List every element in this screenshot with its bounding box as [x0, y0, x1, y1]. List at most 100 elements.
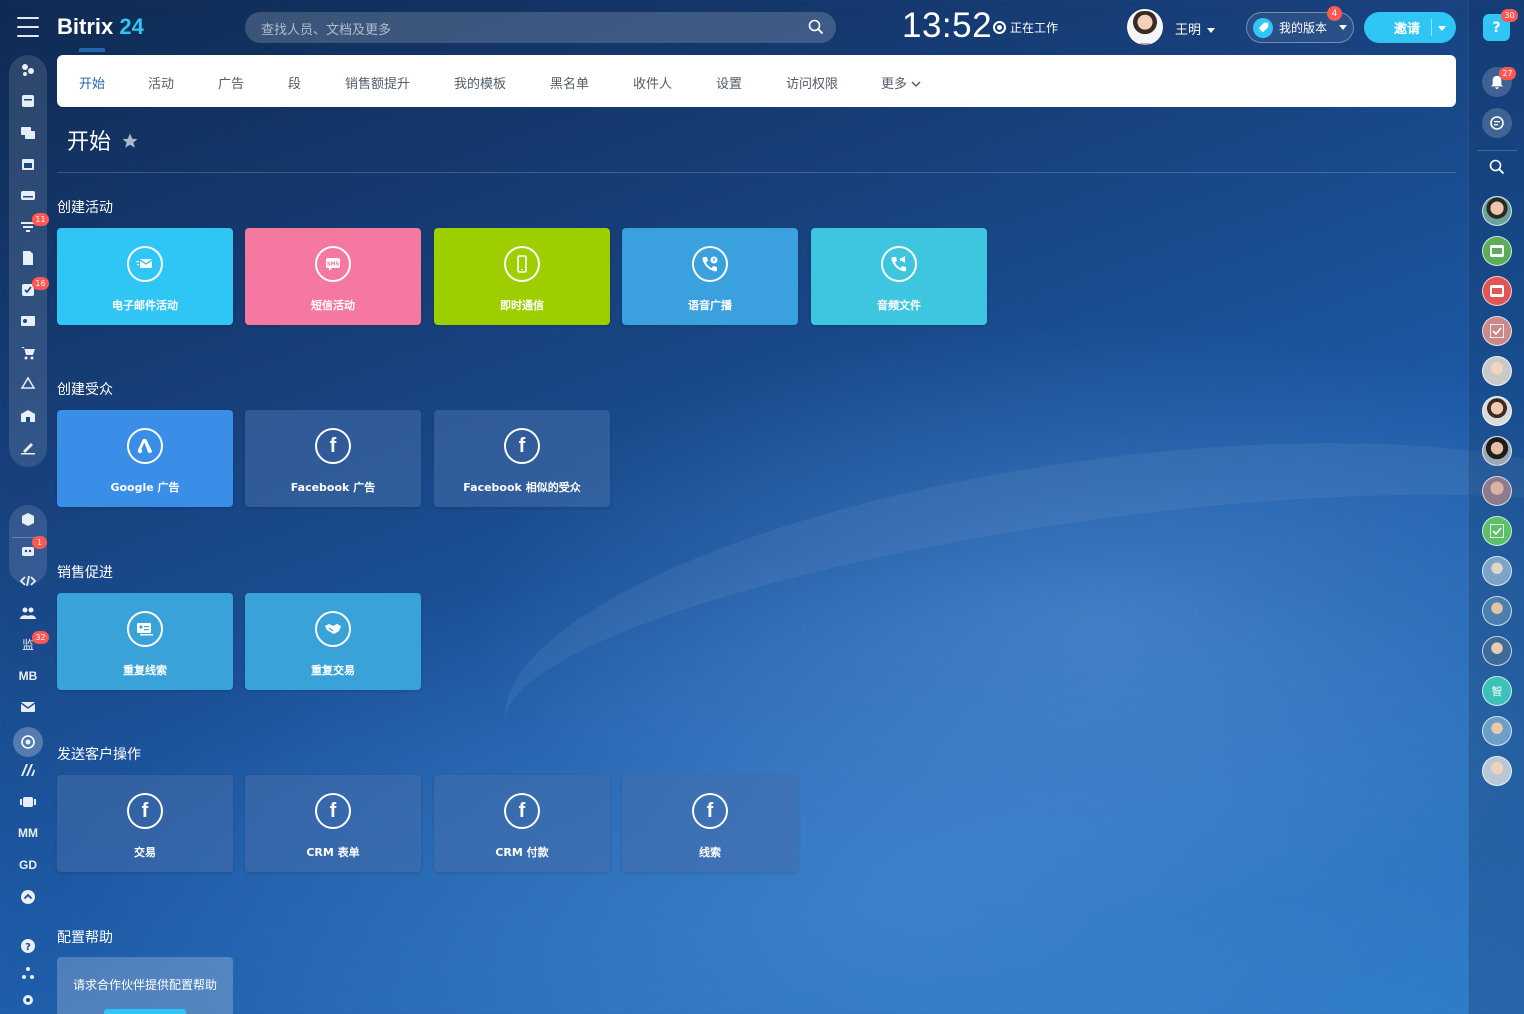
group-chat-avatar[interactable] — [1482, 236, 1512, 266]
right-sidebar: ? 30 27 智 — [1468, 0, 1524, 1014]
document-icon[interactable] — [16, 246, 40, 270]
contact-avatar[interactable] — [1482, 556, 1512, 586]
tab-activities[interactable]: 活动 — [148, 73, 174, 92]
app-mb[interactable]: MB — [10, 669, 46, 683]
help-icon[interactable]: ? — [16, 934, 40, 958]
tab-bar: 开始 活动 广告 段 销售额提升 我的模板 黑名单 收件人 设置 访问权限 更多 — [57, 55, 1456, 107]
clock[interactable]: 13:52 — [902, 6, 992, 46]
group-chat-avatar[interactable] — [1482, 276, 1512, 306]
chevron-down-icon[interactable] — [1438, 26, 1446, 31]
contact-avatar[interactable] — [1482, 596, 1512, 626]
tile-repeat-deal[interactable]: 重复交易 — [245, 593, 421, 690]
tab-blacklist[interactable]: 黑名单 — [550, 73, 589, 92]
tile-label: 即时通信 — [500, 299, 544, 312]
tab-active-indicator — [79, 48, 105, 52]
app-gd[interactable]: GD — [10, 858, 46, 872]
contact-card-icon[interactable] — [16, 309, 40, 333]
tab-ads[interactable]: 广告 — [218, 73, 244, 92]
task-chat-avatar[interactable] — [1482, 316, 1512, 346]
box-icon[interactable] — [16, 507, 40, 531]
search-input[interactable]: 查找人员、文档及更多 — [245, 12, 836, 43]
analytics-icon[interactable] — [16, 758, 40, 782]
tile-label: 音频文件 — [877, 299, 921, 312]
tile-fb-lead[interactable]: f 线索 — [622, 775, 798, 872]
employees-icon[interactable] — [16, 601, 40, 625]
tile-facebook-lookalike[interactable]: f Facebook 相似的受众 — [434, 410, 610, 507]
facebook-icon: f — [504, 793, 540, 829]
tasks-icon[interactable] — [16, 89, 40, 113]
mail-icon[interactable] — [16, 695, 40, 719]
video-icon[interactable] — [16, 790, 40, 814]
tab-recipients[interactable]: 收件人 — [633, 73, 672, 92]
tile-partner-help[interactable]: 请求合作伙伴提供配置帮助 — [57, 957, 233, 1014]
chat-icon[interactable] — [16, 121, 40, 145]
plan-badge: 4 — [1327, 6, 1342, 21]
tile-label: CRM 付款 — [495, 846, 549, 859]
chevron-down-icon — [911, 81, 921, 88]
rocket-icon — [1253, 17, 1273, 38]
user-menu[interactable]: 王明 — [1175, 19, 1216, 38]
sign-icon[interactable] — [16, 435, 40, 459]
chevron-down-icon — [1207, 28, 1216, 33]
sites-icon[interactable] — [16, 372, 40, 396]
tab-segments[interactable]: 段 — [288, 73, 301, 92]
tile-fb-crm-payment[interactable]: f CRM 付款 — [434, 775, 610, 872]
search-icon[interactable] — [808, 19, 824, 35]
tile-email-campaign[interactable]: 电子邮件活动 — [57, 228, 233, 325]
task-chat-avatar[interactable] — [1482, 516, 1512, 546]
app-mm[interactable]: MM — [10, 826, 46, 840]
sitemap-icon[interactable] — [16, 961, 40, 985]
chat-bubble-icon[interactable] — [1482, 108, 1512, 138]
work-status[interactable]: 正在工作 — [993, 19, 1058, 36]
tab-settings[interactable]: 设置 — [716, 73, 742, 92]
cart-icon[interactable] — [16, 341, 40, 365]
tile-fb-deal[interactable]: f 交易 — [57, 775, 233, 872]
tile-audio-file[interactable]: 音频文件 — [811, 228, 987, 325]
tab-more[interactable]: 更多 — [881, 73, 921, 92]
record-icon — [993, 21, 1006, 34]
store-icon[interactable] — [16, 404, 40, 428]
tile-facebook-ads[interactable]: f Facebook 广告 — [245, 410, 421, 507]
tile-label: 电子邮件活动 — [112, 299, 178, 312]
collapse-icon[interactable] — [16, 885, 40, 909]
tile-label: CRM 表单 — [306, 846, 360, 859]
tile-google-ads[interactable]: Google 广告 — [57, 410, 233, 507]
contact-avatar[interactable] — [1482, 716, 1512, 746]
tab-templates[interactable]: 我的模板 — [454, 73, 506, 92]
star-icon[interactable] — [121, 132, 139, 150]
contact-avatar[interactable] — [1482, 636, 1512, 666]
chat-avatar-text: 智 — [1491, 685, 1503, 698]
tile-label: 语音广播 — [688, 299, 732, 312]
tile-repeat-lead[interactable]: 重复线索 — [57, 593, 233, 690]
chat-avatar-zhi[interactable]: 智 — [1482, 676, 1512, 706]
calendar-icon[interactable] — [16, 152, 40, 176]
gear-icon[interactable] — [16, 988, 40, 1012]
contact-avatar[interactable] — [1482, 356, 1512, 386]
tile-sms-campaign[interactable]: SMS 短信活动 — [245, 228, 421, 325]
marketing-icon[interactable] — [13, 727, 43, 757]
tab-start[interactable]: 开始 — [79, 73, 105, 92]
tile-fb-crm-form[interactable]: f CRM 表单 — [245, 775, 421, 872]
help-badge: 30 — [1501, 9, 1518, 22]
handshake-icon — [315, 611, 351, 647]
contact-avatar[interactable] — [1482, 756, 1512, 786]
tab-access[interactable]: 访问权限 — [786, 73, 838, 92]
invite-button[interactable]: 邀请 — [1364, 12, 1456, 43]
search-icon[interactable] — [1482, 152, 1512, 182]
contact-avatar[interactable] — [1482, 436, 1512, 466]
tile-instant-messaging[interactable]: 即时通信 — [434, 228, 610, 325]
contact-avatar[interactable] — [1482, 396, 1512, 426]
tab-sales-boost[interactable]: 销售额提升 — [345, 73, 410, 92]
tile-label: 重复交易 — [311, 664, 355, 677]
tile-voice-broadcast[interactable]: 语音广播 — [622, 228, 798, 325]
code-icon[interactable] — [16, 569, 40, 593]
contact-avatar[interactable] — [1482, 476, 1512, 506]
contact-avatar[interactable] — [1482, 196, 1512, 226]
feed-icon[interactable] — [16, 58, 40, 82]
user-avatar[interactable] — [1127, 9, 1163, 45]
notification-badge: 11 — [32, 213, 49, 226]
tile-label: Facebook 广告 — [290, 481, 376, 494]
menu-icon[interactable] — [17, 17, 39, 37]
drive-icon[interactable] — [16, 183, 40, 207]
logo[interactable]: Bitrix 24 — [57, 14, 144, 40]
